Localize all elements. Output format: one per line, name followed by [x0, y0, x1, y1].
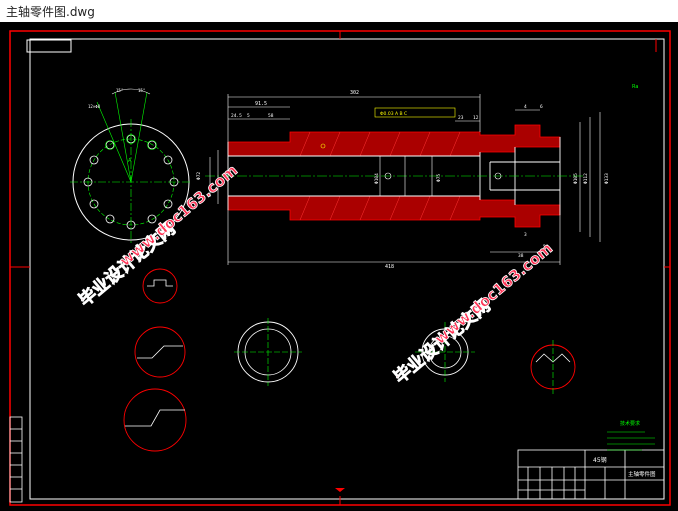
notes-title: 技术要求: [620, 420, 640, 427]
dim-diam-1: Φ72: [196, 172, 202, 180]
title-material: 45钢: [593, 456, 607, 464]
dim-diam-3: Φ75: [436, 174, 442, 182]
dim-right-c: 4: [524, 104, 527, 110]
dim-seg-d: 58: [268, 113, 274, 119]
dim-diam-5: Φ112: [583, 173, 589, 184]
dim-upper-span: 302: [350, 90, 359, 96]
dwg-viewer[interactable]: 45钢 主轴零件图 技术要求 Ra 15° 15° 12×Φ8 A 302 91…: [0, 22, 678, 511]
svg-text:15°: 15°: [116, 88, 123, 93]
title-drawing-name: 主轴零件图: [628, 470, 656, 478]
dim-overall-length: 418: [385, 264, 394, 270]
canvas-background: [0, 22, 678, 511]
drawing-canvas[interactable]: 45钢 主轴零件图 技术要求 Ra 15° 15° 12×Φ8 A 302 91…: [0, 22, 678, 511]
dim-diam-4: Φ105: [573, 173, 579, 184]
dim-seg-c: 5: [247, 113, 250, 119]
window-titlebar: 主轴零件图.dwg: [0, 0, 678, 22]
dim-right-a: 23: [458, 115, 464, 121]
dim-seg-b: 24.5: [231, 113, 242, 119]
dim-diam-2: Φ104: [374, 173, 380, 184]
svg-text:12×Φ8: 12×Φ8: [88, 104, 101, 109]
svg-text:A: A: [128, 158, 132, 164]
svg-text:15°: 15°: [138, 88, 145, 93]
roughness-note: Ra: [632, 84, 638, 90]
dim-seg-a: 91.5: [255, 101, 267, 107]
dim-diam-6: Φ133: [604, 173, 610, 184]
dim-low-a: 3: [524, 232, 527, 238]
dim-right-b: 12: [473, 115, 479, 121]
dim-right-d: 6: [540, 104, 543, 110]
window-title: 主轴零件图.dwg: [6, 5, 95, 19]
dim-tolerance: Φ0.03 A B C: [380, 111, 407, 117]
